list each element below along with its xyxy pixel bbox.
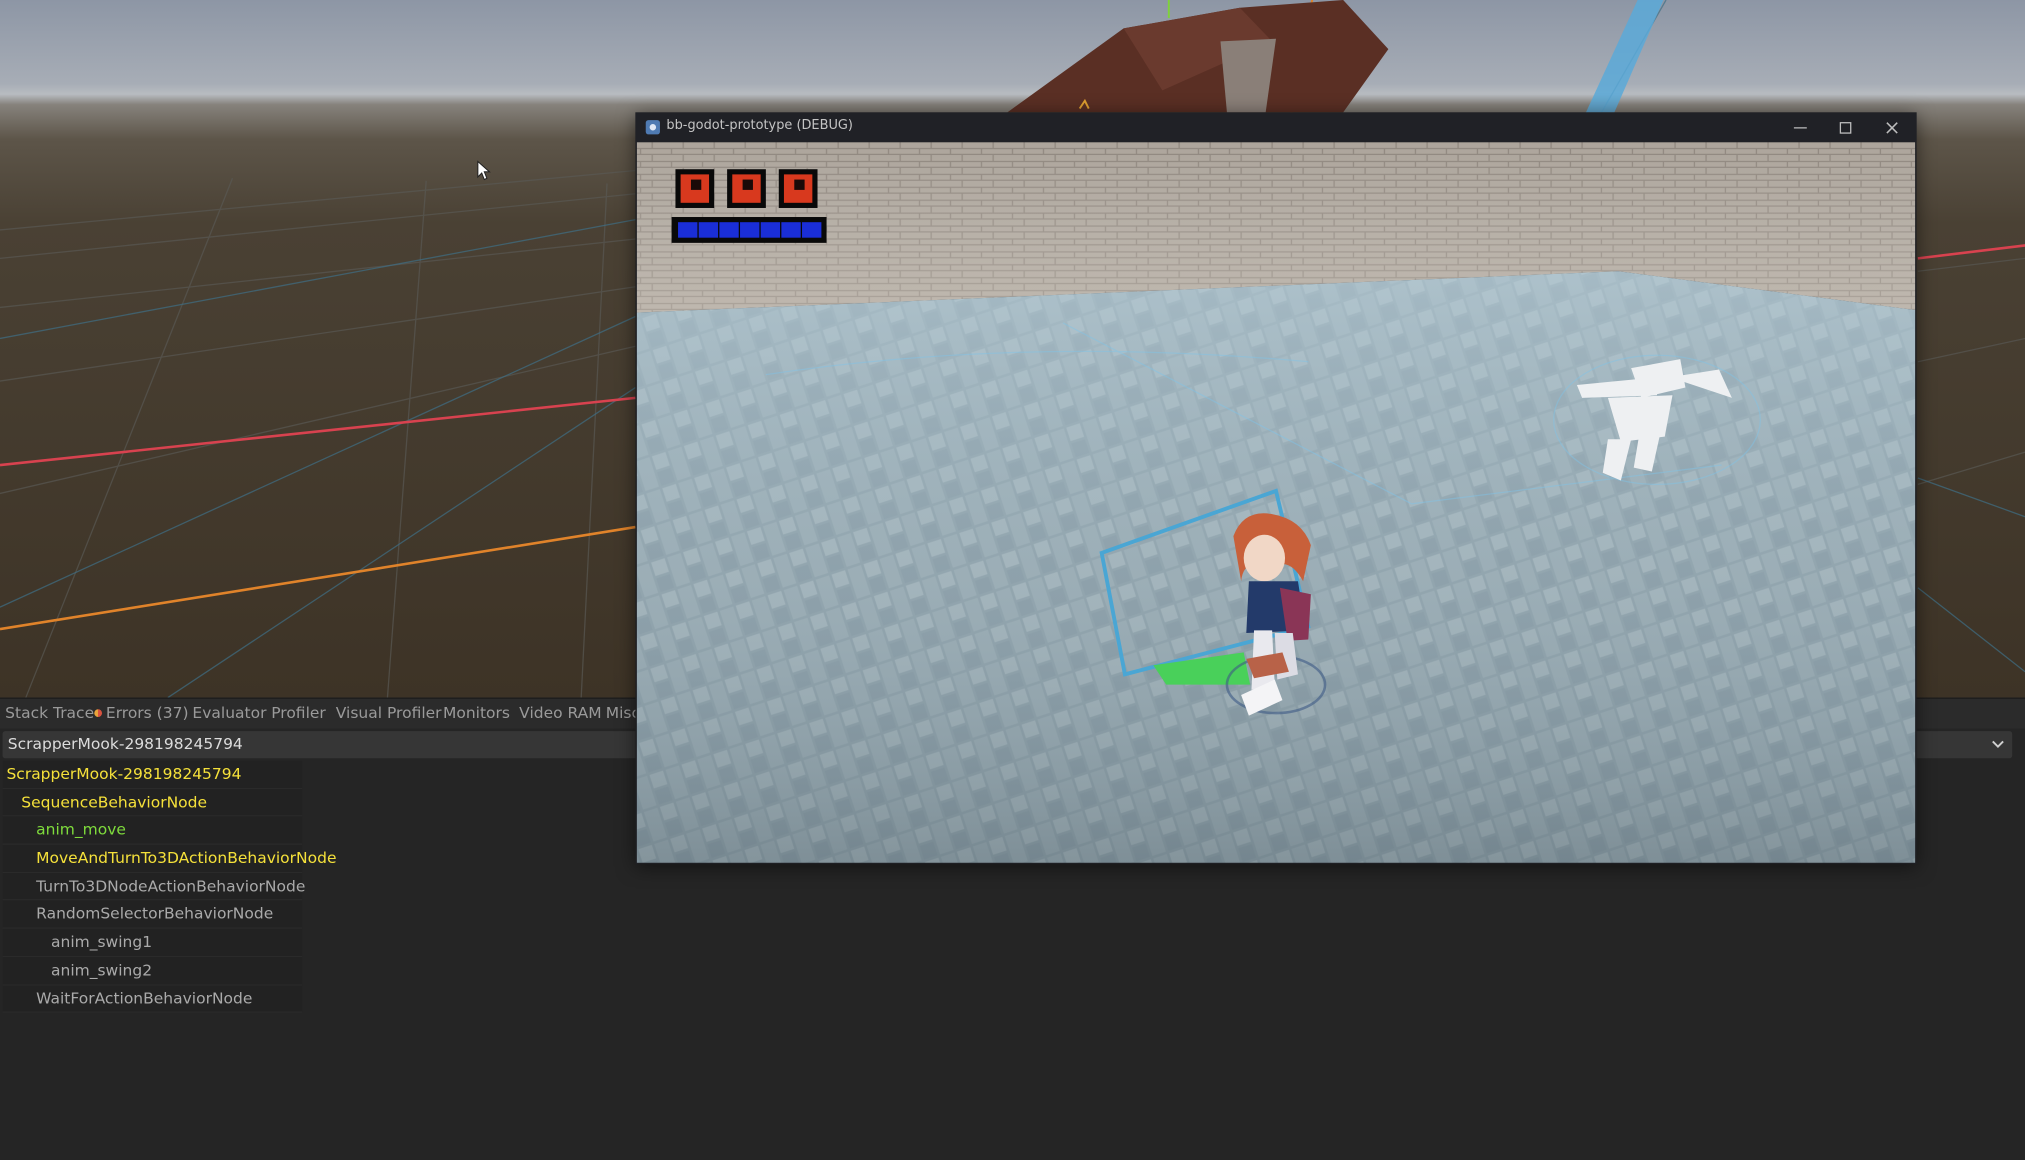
behavior-node-label: WaitForActionBehaviorNode	[36, 988, 253, 1007]
behavior-node-label: SequenceBehaviorNode	[21, 792, 208, 811]
minimize-button[interactable]	[1778, 112, 1822, 142]
maximize-button[interactable]	[1824, 112, 1868, 142]
tab-errors-label: Errors (37)	[105, 704, 189, 723]
error-warning-icon	[94, 709, 103, 717]
behavior-node-label: RandomSelectorBehaviorNode	[36, 904, 274, 923]
game-scene	[636, 142, 1916, 863]
tab-visual-profiler[interactable]: Visual Profiler	[336, 704, 442, 722]
health-heart-icon	[778, 169, 818, 208]
tab-stack-trace[interactable]: Stack Trace	[5, 704, 94, 722]
energy-bar	[671, 217, 827, 243]
behavior-tree-row[interactable]: anim_move	[2, 816, 303, 845]
behavior-tree-row[interactable]: WaitForActionBehaviorNode	[2, 984, 303, 1014]
behavior-tree-row[interactable]: anim_swing1	[2, 928, 303, 957]
godot-app-icon	[645, 120, 660, 135]
behavior-tree-select-value: ScrapperMook-298198245794	[7, 735, 243, 754]
behavior-tree-row[interactable]: RandomSelectorBehaviorNode	[2, 900, 303, 929]
behavior-node-label: anim_swing1	[51, 932, 153, 951]
behavior-node-label: anim_move	[36, 820, 126, 839]
window-title: bb-godot-prototype (DEBUG)	[666, 118, 853, 134]
energy-bar-cell	[719, 222, 739, 238]
close-button[interactable]	[1870, 112, 1914, 142]
behavior-tree-row[interactable]: TurnTo3DNodeActionBehaviorNode	[2, 872, 306, 901]
behavior-tree: ScrapperMook-298198245794 SequenceBehavio…	[2, 760, 336, 1014]
behavior-tree-row[interactable]: anim_swing2	[2, 956, 303, 985]
energy-bar-cell	[781, 222, 801, 238]
game-viewport[interactable]	[636, 142, 1916, 863]
tab-evaluator[interactable]: Evaluator	[192, 704, 266, 722]
tab-video-ram[interactable]: Video RAM	[519, 704, 601, 722]
energy-bar-cell	[740, 222, 760, 238]
health-heart-icon	[675, 169, 715, 208]
energy-bar-cell	[760, 222, 781, 238]
close-icon	[1886, 122, 1898, 134]
tab-profiler[interactable]: Profiler	[271, 704, 326, 722]
energy-bar-cell	[802, 222, 822, 238]
health-heart-icon	[727, 169, 766, 208]
game-window[interactable]: bb-godot-prototype (DEBUG)	[635, 112, 1917, 865]
behavior-node-label: TurnTo3DNodeActionBehaviorNode	[36, 876, 306, 895]
screen: Stack Trace Errors (37) Evaluator Profil…	[0, 0, 2025, 1160]
maximize-icon	[1839, 122, 1852, 134]
energy-bar-cell	[698, 222, 719, 238]
behavior-node-label: MoveAndTurnTo3DActionBehaviorNode	[36, 848, 337, 867]
tab-errors[interactable]: Errors (37)	[94, 704, 188, 722]
behavior-node-label: anim_swing2	[51, 960, 153, 979]
behavior-tree-row[interactable]: ScrapperMook-298198245794	[2, 760, 303, 789]
chevron-down-icon	[1992, 740, 2004, 749]
tab-monitors[interactable]: Monitors	[443, 704, 510, 722]
behavior-tree-row[interactable]: MoveAndTurnTo3DActionBehaviorNode	[2, 844, 336, 873]
mouse-cursor-icon	[477, 160, 491, 181]
energy-bar-cell	[678, 222, 698, 238]
behavior-node-label: ScrapperMook-298198245794	[6, 764, 242, 783]
behavior-tree-row[interactable]: SequenceBehaviorNode	[2, 788, 303, 817]
window-titlebar[interactable]: bb-godot-prototype (DEBUG)	[635, 112, 1917, 143]
minimize-icon	[1793, 127, 1807, 129]
